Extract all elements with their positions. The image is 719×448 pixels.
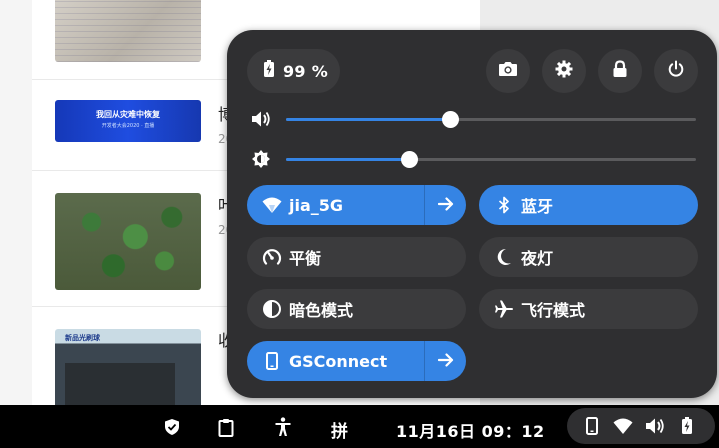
- dark-mode-label: 暗色模式: [289, 301, 354, 320]
- article-thumbnail: 新品光刷球: [55, 329, 201, 409]
- bluetooth-toggle[interactable]: 蓝牙: [479, 185, 698, 225]
- article-thumbnail: 我回从灾难中恢复 开发者大会2020 · 直播: [55, 100, 201, 142]
- airplane-icon: [494, 299, 514, 319]
- brightness-slider-handle[interactable]: [401, 151, 418, 168]
- brightness-icon: [251, 147, 273, 171]
- photo-label: 新品光刷球: [65, 334, 100, 342]
- quick-settings-panel: 99 % jia_5G 蓝牙 平衡 夜灯 暗色模式 飞行模式 GSConnect: [227, 30, 717, 398]
- power-mode-label: 平衡: [289, 249, 322, 268]
- airplane-mode-toggle[interactable]: 飞行模式: [479, 289, 698, 329]
- gsconnect-label: GSConnect: [289, 351, 388, 371]
- gsconnect-toggle[interactable]: GSConnect: [247, 341, 466, 381]
- battery-charging-icon: [676, 415, 698, 437]
- clipboard-icon[interactable]: [215, 416, 237, 438]
- banner-subtext: 开发者大会2020 · 直播: [101, 123, 155, 129]
- lock-button[interactable]: [598, 49, 642, 93]
- brightness-slider[interactable]: [286, 151, 696, 168]
- battery-percentage: 99 %: [283, 61, 329, 81]
- dark-mode-toggle[interactable]: 暗色模式: [247, 289, 466, 329]
- power-icon: [667, 60, 685, 82]
- taskbar: 拼 11月16日 09：12: [0, 405, 719, 448]
- wifi-menu-button[interactable]: [424, 185, 466, 225]
- camera-icon: [498, 61, 518, 81]
- night-light-label: 夜灯: [521, 249, 554, 268]
- banner-text: 我回从灾难中恢复: [96, 110, 160, 119]
- bluetooth-icon: [494, 195, 514, 215]
- speaker-icon: [644, 415, 666, 437]
- photo-screen: [65, 363, 175, 409]
- gsconnect-menu-button[interactable]: [424, 341, 466, 381]
- phone-icon: [581, 415, 603, 437]
- input-method-indicator[interactable]: 拼: [331, 417, 348, 442]
- power-mode-toggle[interactable]: 平衡: [247, 237, 466, 277]
- lock-icon: [612, 60, 628, 82]
- speedometer-icon: [262, 247, 282, 267]
- volume-slider-handle[interactable]: [442, 111, 459, 128]
- phone-icon: [262, 351, 282, 371]
- bluetooth-label: 蓝牙: [521, 197, 554, 216]
- wifi-icon: [612, 415, 634, 437]
- settings-button[interactable]: [542, 49, 586, 93]
- accessibility-icon[interactable]: [272, 416, 294, 438]
- speaker-icon: [251, 107, 273, 131]
- gear-icon: [555, 60, 573, 82]
- clock[interactable]: 11月16日 09：12: [396, 418, 545, 442]
- screenshot-button[interactable]: [486, 49, 530, 93]
- arrow-right-icon: [437, 196, 454, 215]
- volume-slider-fill: [286, 118, 450, 121]
- shield-check-icon[interactable]: [161, 416, 183, 438]
- contrast-icon: [262, 299, 282, 319]
- wifi-toggle[interactable]: jia_5G: [247, 185, 466, 225]
- power-button[interactable]: [654, 49, 698, 93]
- brightness-slider-fill: [286, 158, 409, 161]
- article-thumbnail: [55, 0, 201, 62]
- volume-slider[interactable]: [286, 111, 696, 128]
- article-thumbnail: [55, 193, 201, 290]
- battery-status-button[interactable]: 99 %: [247, 49, 340, 93]
- brightness-slider-row: [251, 147, 696, 171]
- airplane-mode-label: 飞行模式: [521, 301, 586, 320]
- moon-icon: [494, 247, 514, 267]
- battery-charging-icon: [263, 60, 275, 82]
- wifi-network-label: jia_5G: [289, 195, 344, 215]
- arrow-right-icon: [437, 352, 454, 371]
- night-light-toggle[interactable]: 夜灯: [479, 237, 698, 277]
- system-status-area[interactable]: [567, 408, 715, 444]
- volume-slider-row: [251, 107, 696, 131]
- wifi-icon: [262, 195, 282, 215]
